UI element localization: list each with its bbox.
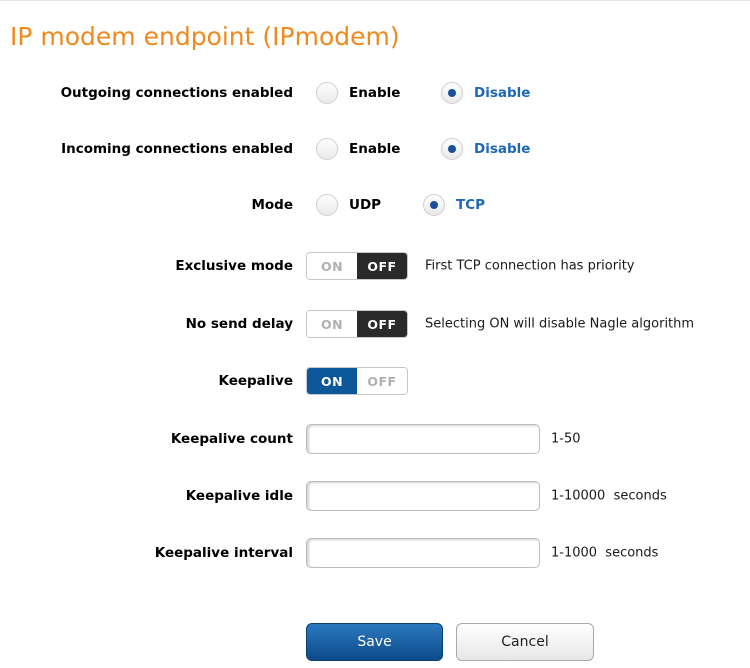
no-send-delay-label: No send delay: [185, 316, 293, 332]
keepalive-off-option[interactable]: OFF: [357, 368, 407, 394]
top-divider: [0, 0, 750, 1]
incoming-disable-radio[interactable]: [441, 138, 463, 160]
keepalive-interval-label: Keepalive interval: [154, 545, 293, 561]
mode-udp-radio[interactable]: [316, 194, 338, 216]
outgoing-connections-row: Outgoing connections enabled Enable Disa…: [0, 78, 750, 108]
page-title: IP modem endpoint (IPmodem): [10, 22, 400, 51]
incoming-enable-label[interactable]: Enable: [349, 141, 400, 157]
mode-tcp-radio[interactable]: [423, 194, 445, 216]
keepalive-count-label: Keepalive count: [170, 431, 293, 447]
mode-tcp-label[interactable]: TCP: [456, 197, 485, 213]
save-button[interactable]: Save: [306, 623, 443, 661]
keepalive-interval-input[interactable]: [306, 538, 540, 568]
keepalive-on-option[interactable]: ON: [307, 368, 357, 394]
mode-udp-label[interactable]: UDP: [349, 197, 381, 213]
exclusive-mode-off-option[interactable]: OFF: [357, 253, 407, 279]
mode-label: Mode: [251, 197, 293, 213]
keepalive-count-input[interactable]: [306, 424, 540, 454]
keepalive-label: Keepalive: [218, 373, 293, 389]
exclusive-mode-hint: First TCP connection has priority: [425, 258, 635, 274]
keepalive-row: Keepalive ON OFF: [0, 366, 750, 396]
outgoing-enable-radio[interactable]: [316, 82, 338, 104]
keepalive-interval-range: 1-1000 seconds: [551, 545, 659, 561]
incoming-enable-radio[interactable]: [316, 138, 338, 160]
outgoing-disable-label[interactable]: Disable: [474, 85, 530, 101]
keepalive-count-range: 1-50: [551, 431, 581, 447]
keepalive-idle-label: Keepalive idle: [185, 488, 293, 504]
mode-row: Mode UDP TCP: [0, 190, 750, 220]
keepalive-toggle[interactable]: ON OFF: [306, 367, 408, 395]
no-send-delay-off-option[interactable]: OFF: [357, 311, 407, 337]
incoming-disable-label[interactable]: Disable: [474, 141, 530, 157]
outgoing-connections-label: Outgoing connections enabled: [60, 85, 293, 101]
no-send-delay-toggle[interactable]: ON OFF: [306, 310, 408, 338]
keepalive-idle-row: Keepalive idle 1-10000 seconds: [0, 481, 750, 511]
exclusive-mode-on-option[interactable]: ON: [307, 253, 357, 279]
cancel-button[interactable]: Cancel: [456, 623, 594, 661]
outgoing-disable-radio[interactable]: [441, 82, 463, 104]
exclusive-mode-label: Exclusive mode: [175, 258, 293, 274]
outgoing-enable-label[interactable]: Enable: [349, 85, 400, 101]
no-send-delay-hint: Selecting ON will disable Nagle algorith…: [425, 316, 695, 332]
keepalive-interval-row: Keepalive interval 1-1000 seconds: [0, 538, 750, 568]
exclusive-mode-toggle[interactable]: ON OFF: [306, 252, 408, 280]
no-send-delay-on-option[interactable]: ON: [307, 311, 357, 337]
incoming-connections-row: Incoming connections enabled Enable Disa…: [0, 134, 750, 164]
keepalive-idle-input[interactable]: [306, 481, 540, 511]
keepalive-count-row: Keepalive count 1-50: [0, 424, 750, 454]
incoming-connections-label: Incoming connections enabled: [61, 141, 293, 157]
exclusive-mode-row: Exclusive mode ON OFF First TCP connecti…: [0, 251, 750, 281]
no-send-delay-row: No send delay ON OFF Selecting ON will d…: [0, 309, 750, 339]
keepalive-idle-range: 1-10000 seconds: [551, 488, 667, 504]
